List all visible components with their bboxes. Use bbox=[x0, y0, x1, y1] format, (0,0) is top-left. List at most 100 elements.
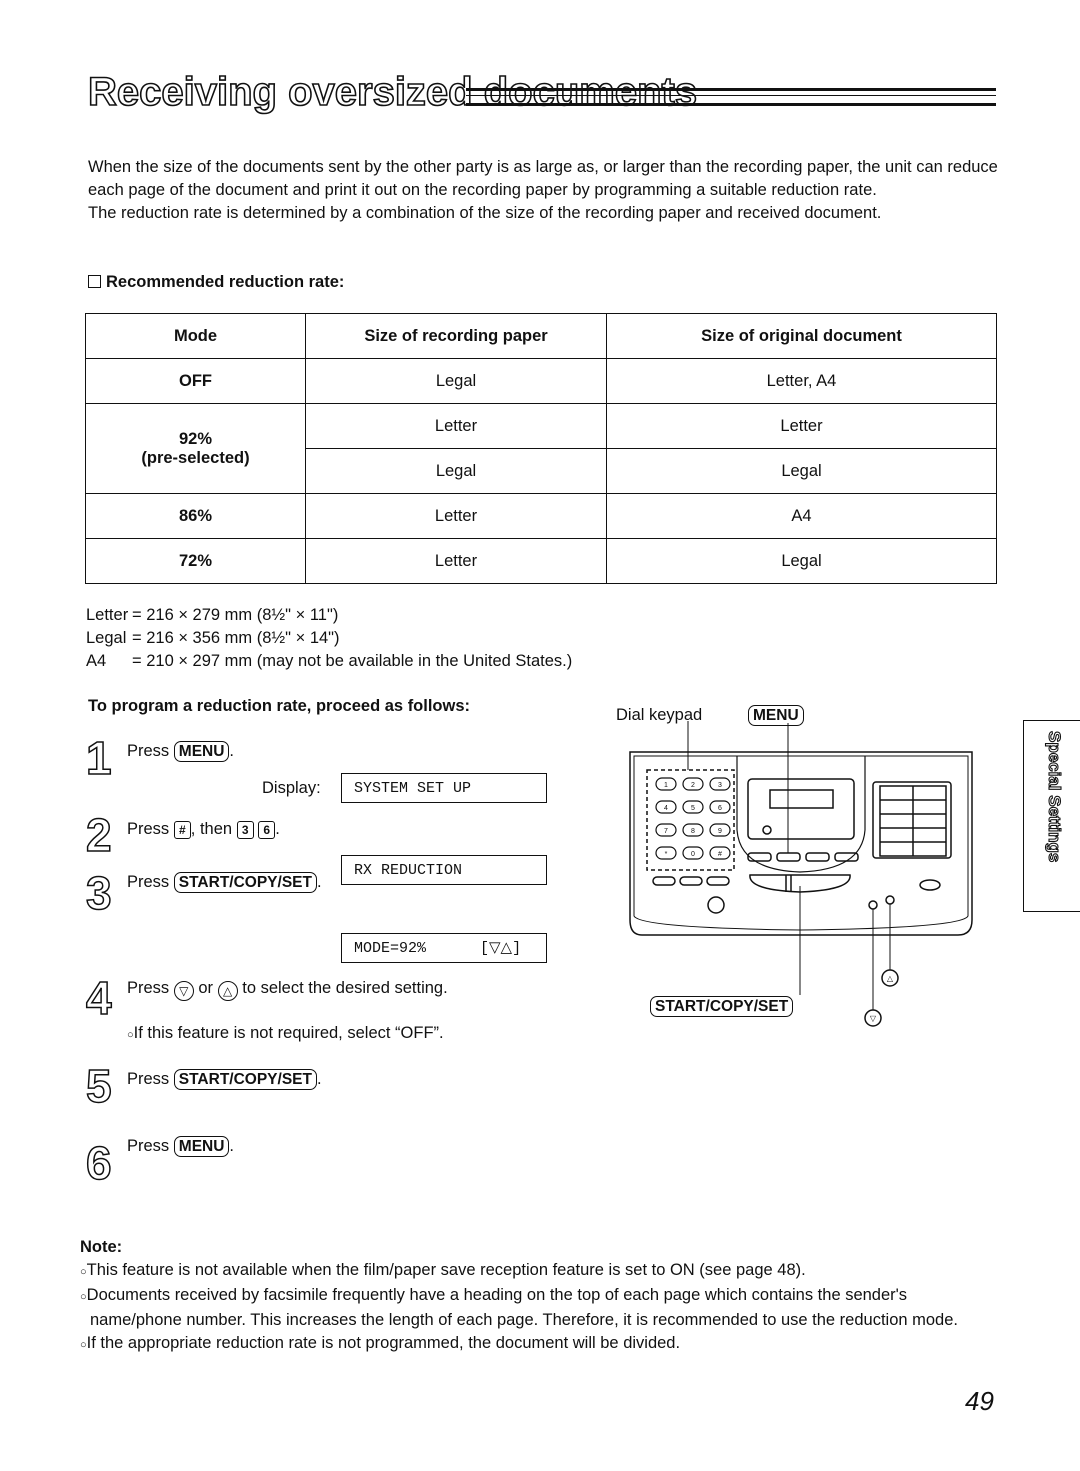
press-label: Press bbox=[127, 742, 170, 760]
lcd-display: RX REDUCTION bbox=[341, 855, 547, 885]
keypad-key-label: 0 bbox=[691, 851, 695, 858]
note-text: If the appropriate reduction rate is not… bbox=[86, 1334, 681, 1352]
press-label: Press bbox=[127, 820, 170, 838]
digit-key: 6 bbox=[258, 821, 276, 839]
start-copy-set-key: START/COPY/SET bbox=[173, 872, 317, 893]
then-label: , then bbox=[190, 820, 233, 838]
function-button bbox=[747, 852, 772, 862]
page-number: 49 bbox=[965, 1386, 994, 1416]
mode-cell: 72% bbox=[85, 538, 306, 584]
step-number: 1 bbox=[85, 732, 112, 784]
recording-cell: Legal bbox=[305, 358, 607, 404]
bottom-button bbox=[706, 876, 730, 886]
size-line: Legal = 216 × 356 mm (8½" × 14") bbox=[86, 627, 572, 650]
lcd-button bbox=[762, 825, 772, 835]
press-label: Press bbox=[127, 873, 170, 891]
recommended-heading: Recommended reduction rate: bbox=[88, 271, 344, 294]
volume-down-button bbox=[868, 900, 878, 910]
checkbox-icon bbox=[88, 275, 101, 288]
table-row: 86% Letter A4 bbox=[85, 493, 997, 539]
intro-paragraph-1: When the size of the documents sent by t… bbox=[88, 158, 998, 199]
step-number: 2 bbox=[85, 809, 112, 861]
section-tab: Special Settings bbox=[1023, 720, 1080, 912]
table-row: 92% (pre-selected) Letter Letter bbox=[85, 403, 997, 494]
menu-button bbox=[776, 852, 801, 862]
note-item: ○This feature is not available when the … bbox=[80, 1261, 806, 1279]
mode-value: 92% bbox=[178, 429, 213, 448]
paper-sizes: Letter = 216 × 279 mm (8½" × 11") Legal = … bbox=[86, 604, 572, 673]
intro: When the size of the documents sent by t… bbox=[88, 156, 998, 225]
header-original-document: Size of original document bbox=[606, 313, 997, 359]
step-1-text: Press MENU. bbox=[127, 741, 235, 762]
or-label: or bbox=[198, 979, 214, 997]
header-mode: Mode bbox=[85, 313, 306, 359]
original-cell: A4 bbox=[606, 493, 997, 539]
recording-cell: Legal bbox=[305, 448, 607, 494]
keypad-key-label: # bbox=[718, 851, 722, 858]
original-cell: Legal bbox=[606, 538, 997, 584]
size-value: = 216 × 356 mm (8½" × 14") bbox=[132, 629, 340, 647]
size-value: = 216 × 279 mm (8½" × 11") bbox=[132, 606, 339, 624]
reduction-rate-table: Mode Size of recording paper Size of ori… bbox=[85, 313, 997, 584]
original-cell: Legal bbox=[606, 448, 997, 494]
keypad-key-label: 4 bbox=[664, 805, 668, 812]
step-4-bullet: ○If this feature is not required, select… bbox=[127, 1024, 444, 1042]
start-copy-set-key: START/COPY/SET bbox=[173, 1069, 317, 1090]
step-5-text: Press START/COPY/SET. bbox=[127, 1069, 322, 1090]
up-key: △ bbox=[217, 981, 238, 1001]
size-line: Letter = 216 × 279 mm (8½" × 11") bbox=[86, 604, 572, 627]
arrow-down-glyph: ▽ bbox=[870, 1014, 877, 1023]
original-cell: Letter bbox=[606, 403, 997, 449]
keypad-key-label: 6 bbox=[718, 805, 722, 812]
program-heading: To program a reduction rate, proceed as … bbox=[88, 697, 471, 715]
step-3-text: Press START/COPY/SET. bbox=[127, 872, 322, 893]
recording-cell: Letter bbox=[305, 403, 607, 449]
note-item: ○If the appropriate reduction rate is no… bbox=[80, 1334, 681, 1352]
lcd-display: MODE=92% [▽△] bbox=[341, 933, 547, 963]
step-number: 6 bbox=[85, 1137, 112, 1189]
note-text: This feature is not available when the f… bbox=[86, 1261, 806, 1279]
title-rule bbox=[466, 88, 996, 106]
note-item: ○Documents received by facsimile frequen… bbox=[80, 1286, 958, 1329]
keypad-key-label: 2 bbox=[691, 782, 695, 789]
note-heading: Note: bbox=[80, 1238, 123, 1256]
step-2-text: Press #, then 3 6. bbox=[127, 820, 280, 839]
bottom-button bbox=[652, 876, 676, 886]
press-label: Press bbox=[127, 1137, 170, 1155]
recommended-heading-text: Recommended reduction rate: bbox=[106, 273, 345, 291]
power-button bbox=[919, 879, 941, 891]
down-key: ▽ bbox=[173, 981, 194, 1001]
size-label: A4 bbox=[86, 652, 107, 670]
keypad-key-label: 9 bbox=[718, 828, 722, 835]
keypad-key-label: * bbox=[665, 851, 668, 858]
one-touch-panel bbox=[872, 781, 952, 859]
step-4-rest: to select the desired setting. bbox=[242, 979, 448, 997]
one-touch-rows bbox=[880, 786, 946, 856]
function-button bbox=[805, 852, 830, 862]
notes: Note: ○This feature is not available whe… bbox=[80, 1236, 1000, 1357]
keypad-key-label: 8 bbox=[691, 828, 695, 835]
hash-key: # bbox=[173, 821, 191, 839]
volume-up-button bbox=[885, 895, 895, 905]
keypad-key-label: 5 bbox=[691, 805, 695, 812]
size-value: = 210 × 297 mm (may not be available in … bbox=[132, 652, 573, 670]
recording-cell: Letter bbox=[305, 538, 607, 584]
bottom-button bbox=[679, 876, 703, 886]
display-label: Display: bbox=[262, 779, 321, 797]
step-number: 4 bbox=[85, 972, 112, 1024]
mode-cell: OFF bbox=[85, 358, 306, 404]
keypad-key-label: 3 bbox=[718, 782, 722, 789]
size-label: Legal bbox=[86, 629, 127, 647]
keypad-key-label: 7 bbox=[664, 828, 668, 835]
dial-knob bbox=[707, 896, 725, 914]
bullet-text: If this feature is not required, select … bbox=[133, 1024, 444, 1042]
lcd-display: SYSTEM SET UP bbox=[341, 773, 547, 803]
menu-key: MENU bbox=[173, 1136, 230, 1157]
mode-cell: 86% bbox=[85, 493, 306, 539]
original-cell: Letter, A4 bbox=[606, 358, 997, 404]
table-row: 72% Letter Legal bbox=[85, 538, 997, 584]
lcd-screen bbox=[769, 789, 834, 809]
step-number: 3 bbox=[85, 867, 112, 919]
digit-key: 3 bbox=[236, 821, 254, 839]
menu-key: MENU bbox=[173, 741, 230, 762]
